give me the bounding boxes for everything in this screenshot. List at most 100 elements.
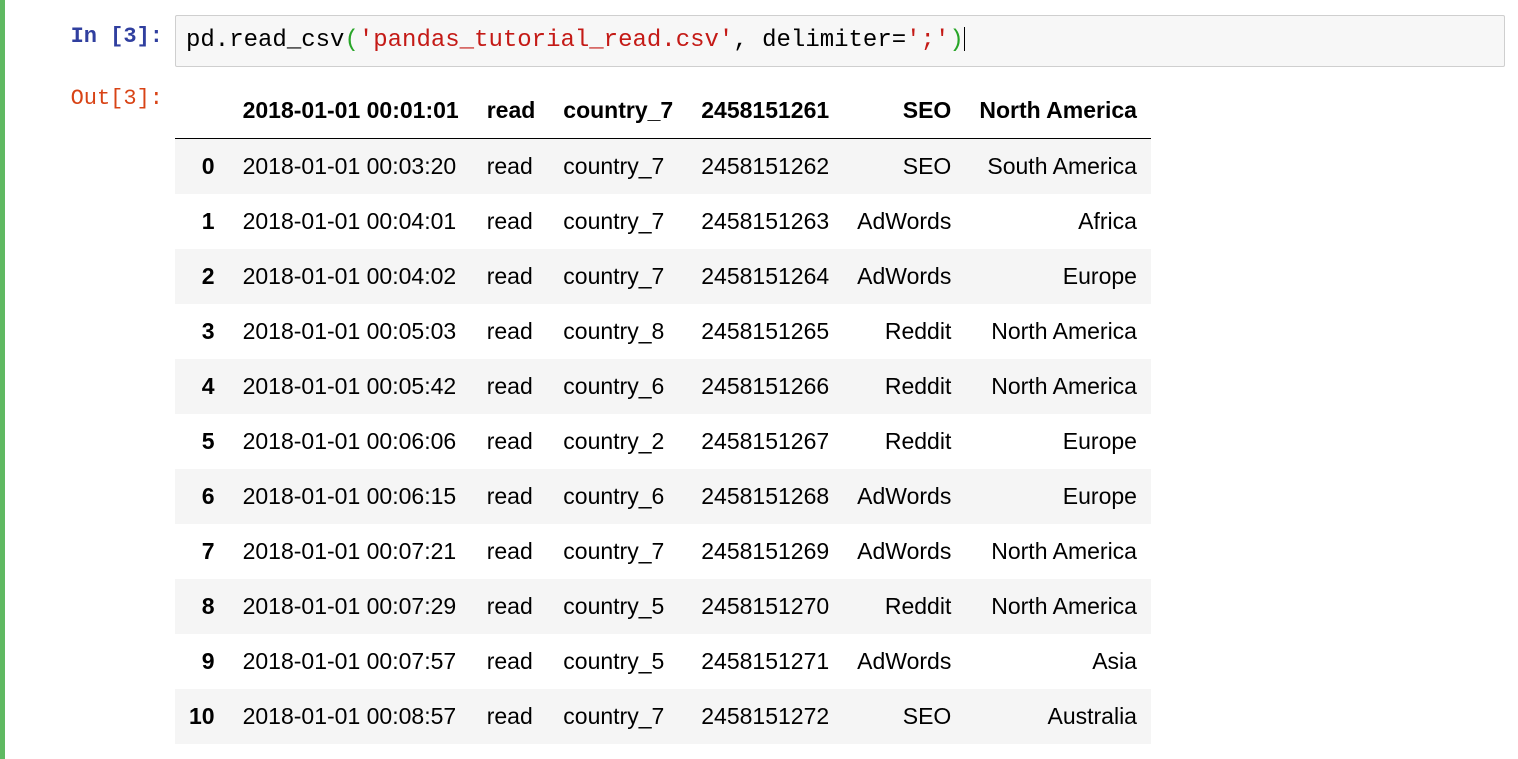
- cell: country_6: [549, 469, 687, 524]
- cell: country_5: [549, 634, 687, 689]
- output-cell: Out[3]: 2018-01-01 00:01:01 read country…: [5, 72, 1508, 749]
- cell: North America: [965, 304, 1151, 359]
- table-row: 1 2018-01-01 00:04:01 read country_7 245…: [175, 194, 1151, 249]
- row-index: 10: [175, 689, 229, 744]
- cell: country_5: [549, 579, 687, 634]
- cell: read: [473, 579, 550, 634]
- row-index: 6: [175, 469, 229, 524]
- row-index: 9: [175, 634, 229, 689]
- code-token-func: pd.read_csv: [186, 27, 344, 54]
- cell: Reddit: [843, 579, 965, 634]
- dataframe-table: 2018-01-01 00:01:01 read country_7 24581…: [175, 83, 1151, 744]
- col-header: 2458151261: [687, 83, 843, 139]
- cell: SEO: [843, 139, 965, 195]
- table-header-row: 2018-01-01 00:01:01 read country_7 24581…: [175, 83, 1151, 139]
- cell: 2458151271: [687, 634, 843, 689]
- cursor-icon: [964, 27, 965, 51]
- row-index: 8: [175, 579, 229, 634]
- code-token-string-delim: ';': [906, 27, 949, 54]
- row-index: 2: [175, 249, 229, 304]
- cell: country_7: [549, 524, 687, 579]
- cell: 2458151269: [687, 524, 843, 579]
- cell: country_7: [549, 139, 687, 195]
- cell: AdWords: [843, 194, 965, 249]
- table-corner-blank: [175, 83, 229, 139]
- cell: 2458151266: [687, 359, 843, 414]
- table-row: 6 2018-01-01 00:06:15 read country_6 245…: [175, 469, 1151, 524]
- cell: read: [473, 194, 550, 249]
- row-index: 7: [175, 524, 229, 579]
- cell: country_7: [549, 194, 687, 249]
- row-index: 5: [175, 414, 229, 469]
- cell: 2018-01-01 00:07:21: [229, 524, 473, 579]
- col-header: country_7: [549, 83, 687, 139]
- cell: read: [473, 249, 550, 304]
- table-row: 10 2018-01-01 00:08:57 read country_7 24…: [175, 689, 1151, 744]
- cell: country_7: [549, 689, 687, 744]
- cell: Australia: [965, 689, 1151, 744]
- cell: North America: [965, 359, 1151, 414]
- code-token-args: , delimiter=: [733, 27, 906, 54]
- cell: read: [473, 359, 550, 414]
- table-row: 0 2018-01-01 00:03:20 read country_7 245…: [175, 139, 1151, 195]
- table-body: 0 2018-01-01 00:03:20 read country_7 245…: [175, 139, 1151, 745]
- cell: North America: [965, 524, 1151, 579]
- cell: 2018-01-01 00:07:29: [229, 579, 473, 634]
- code-token-paren-open: (: [344, 27, 358, 54]
- cell: read: [473, 304, 550, 359]
- cell: country_7: [549, 249, 687, 304]
- output-prompt-label: Out[3]:: [71, 86, 163, 111]
- table-row: 8 2018-01-01 00:07:29 read country_5 245…: [175, 579, 1151, 634]
- cell: Reddit: [843, 359, 965, 414]
- cell: North America: [965, 579, 1151, 634]
- cell: AdWords: [843, 524, 965, 579]
- col-header: read: [473, 83, 550, 139]
- cell: 2018-01-01 00:04:01: [229, 194, 473, 249]
- col-header: SEO: [843, 83, 965, 139]
- cell: read: [473, 634, 550, 689]
- cell: read: [473, 689, 550, 744]
- input-prompt-label: In [3]:: [71, 24, 163, 49]
- cell: AdWords: [843, 469, 965, 524]
- code-token-paren-close: ): [949, 27, 963, 54]
- table-row: 2 2018-01-01 00:04:02 read country_7 245…: [175, 249, 1151, 304]
- table-row: 5 2018-01-01 00:06:06 read country_2 245…: [175, 414, 1151, 469]
- cell: 2018-01-01 00:06:06: [229, 414, 473, 469]
- input-cell: In [3]: pd.read_csv('pandas_tutorial_rea…: [5, 10, 1508, 72]
- table-row: 9 2018-01-01 00:07:57 read country_5 245…: [175, 634, 1151, 689]
- row-index: 1: [175, 194, 229, 249]
- cell: Europe: [965, 249, 1151, 304]
- cell: 2018-01-01 00:03:20: [229, 139, 473, 195]
- col-header: North America: [965, 83, 1151, 139]
- cell: Reddit: [843, 304, 965, 359]
- cell: 2458151263: [687, 194, 843, 249]
- cell: 2458151270: [687, 579, 843, 634]
- cell: Reddit: [843, 414, 965, 469]
- cell: Europe: [965, 469, 1151, 524]
- cell: Europe: [965, 414, 1151, 469]
- cell: read: [473, 139, 550, 195]
- cell: 2018-01-01 00:04:02: [229, 249, 473, 304]
- cell: Asia: [965, 634, 1151, 689]
- col-header: 2018-01-01 00:01:01: [229, 83, 473, 139]
- output-area: 2018-01-01 00:01:01 read country_7 24581…: [175, 77, 1505, 744]
- cell: AdWords: [843, 249, 965, 304]
- cell: 2458151265: [687, 304, 843, 359]
- code-editor[interactable]: pd.read_csv('pandas_tutorial_read.csv', …: [175, 15, 1505, 67]
- cell: 2458151262: [687, 139, 843, 195]
- code-token-string-filename: 'pandas_tutorial_read.csv': [359, 27, 733, 54]
- cell: 2018-01-01 00:07:57: [229, 634, 473, 689]
- cell: Africa: [965, 194, 1151, 249]
- cell: 2458151272: [687, 689, 843, 744]
- cell: 2458151268: [687, 469, 843, 524]
- cell: country_8: [549, 304, 687, 359]
- row-index: 3: [175, 304, 229, 359]
- cell: read: [473, 414, 550, 469]
- cell: country_2: [549, 414, 687, 469]
- cell: read: [473, 469, 550, 524]
- input-prompt-area: In [3]:: [5, 15, 175, 67]
- notebook-cell-container: In [3]: pd.read_csv('pandas_tutorial_rea…: [0, 0, 1518, 759]
- table-header: 2018-01-01 00:01:01 read country_7 24581…: [175, 83, 1151, 139]
- cell: 2018-01-01 00:05:03: [229, 304, 473, 359]
- code-input-area[interactable]: pd.read_csv('pandas_tutorial_read.csv', …: [175, 15, 1505, 67]
